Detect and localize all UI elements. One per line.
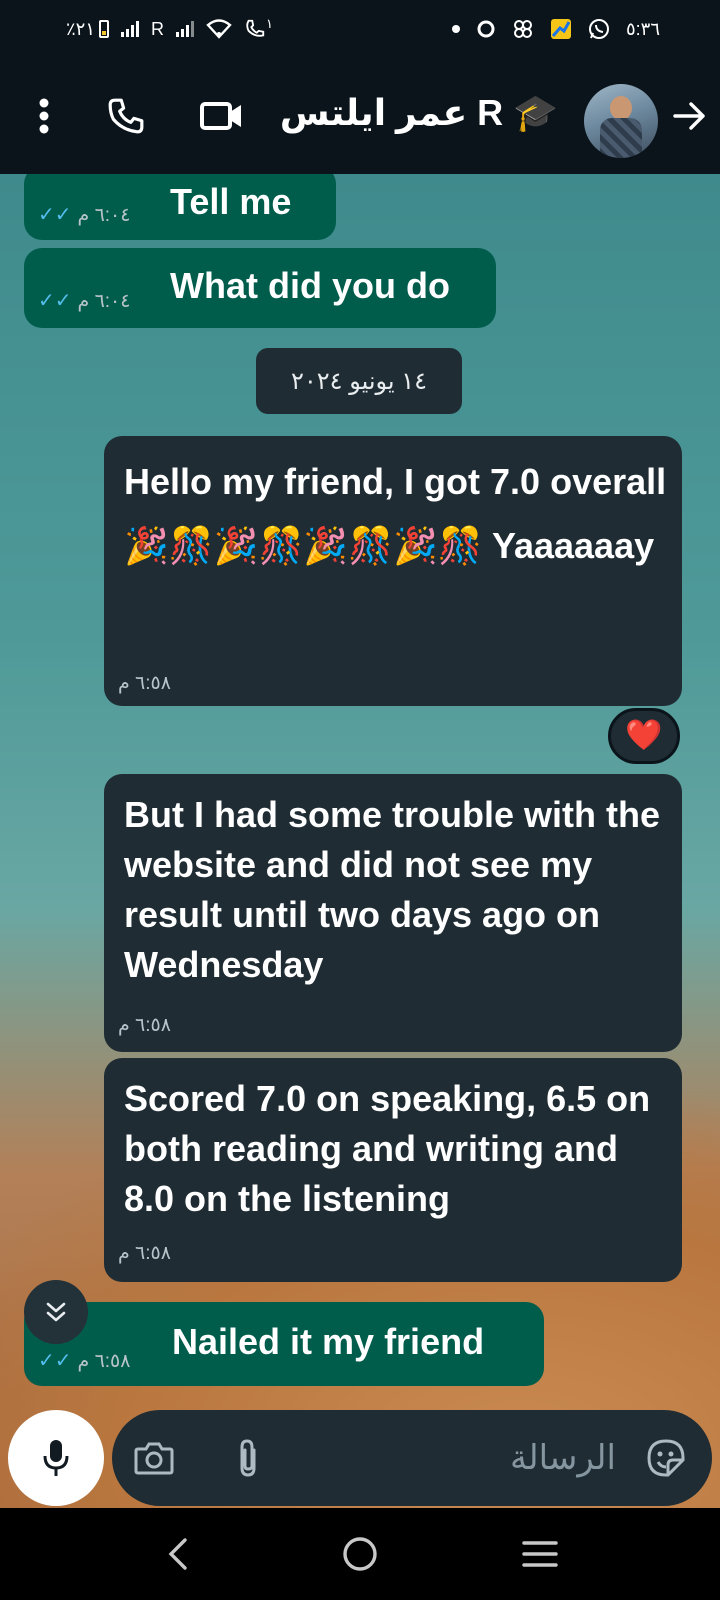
more-vertical-icon xyxy=(39,98,49,134)
chat-area[interactable]: Tell me ٦:٠٤ م✓✓ What did you do ٦:٠٤ م✓… xyxy=(0,174,720,1508)
read-receipt-icon: ✓✓ xyxy=(38,290,77,312)
status-right: ٥:٣٦ xyxy=(451,18,660,40)
sticker-button[interactable] xyxy=(640,1432,692,1484)
back-button[interactable] xyxy=(664,88,716,144)
composer-bar xyxy=(0,1408,720,1508)
map-app-icon xyxy=(550,19,571,39)
sticker-smiley-icon xyxy=(647,1439,685,1477)
battery-percent: ٪٢١ xyxy=(66,18,96,39)
message-text: What did you do xyxy=(170,265,450,306)
double-chevron-down-icon xyxy=(46,1302,66,1322)
camera-button[interactable] xyxy=(128,1432,180,1484)
scroll-to-bottom-button[interactable] xyxy=(24,1280,88,1344)
microphone-icon xyxy=(43,1440,69,1476)
date-separator: ١٤ يونيو ٢٠٢٤ xyxy=(256,348,462,414)
message-bubble-outgoing[interactable]: What did you do ٦:٠٤ م✓✓ xyxy=(24,248,496,328)
message-time: ٦:٥٨ م xyxy=(118,673,171,694)
video-call-button[interactable] xyxy=(194,88,250,144)
phone-icon xyxy=(108,98,144,134)
call-badge: ١ xyxy=(266,16,273,31)
message-bubble-outgoing[interactable]: Tell me ٦:٠٤ م✓✓ xyxy=(24,174,336,240)
notification-dot-icon xyxy=(451,25,460,33)
contact-name[interactable]: عمر ايلتس R 🎓 xyxy=(280,92,558,134)
nav-recents-button[interactable] xyxy=(510,1526,570,1582)
whatsapp-icon xyxy=(588,19,609,39)
status-left: ٪٢١ R ١ xyxy=(66,16,273,40)
system-navigation-bar xyxy=(0,1508,720,1600)
message-composer xyxy=(112,1410,712,1506)
camera-icon xyxy=(134,1442,174,1475)
chevron-left-icon xyxy=(168,1538,187,1570)
message-text: But I had some trouble with the website … xyxy=(124,794,661,985)
message-time: ٦:٠٤ م✓✓ xyxy=(38,290,131,312)
message-text: Hello my friend, I got 7.0 overall 🎉🎊🎉🎊🎉… xyxy=(124,461,667,566)
heart-reaction-icon: ❤️ xyxy=(625,719,663,752)
reaction-badge[interactable]: ❤️ xyxy=(608,708,680,764)
message-text: Nailed it my friend xyxy=(172,1321,485,1362)
clock: ٥:٣٦ xyxy=(625,18,660,39)
wifi-call-indicator: ١ xyxy=(244,16,273,40)
data-saver-icon xyxy=(477,20,495,38)
voice-call-button[interactable] xyxy=(98,88,154,144)
message-input[interactable] xyxy=(316,1430,616,1486)
read-receipt-icon: ✓✓ xyxy=(38,204,77,226)
battery-icon xyxy=(99,20,110,38)
message-bubble-incoming[interactable]: Scored 7.0 on speaking, 6.5 on both read… xyxy=(104,1058,682,1282)
message-bubble-outgoing[interactable]: Nailed it my friend ٦:٥٨ م✓✓ xyxy=(24,1302,544,1386)
signal-icon xyxy=(121,21,140,37)
status-bar: ٪٢١ R ١ ٥:٣٦ xyxy=(0,0,720,62)
back-arrow-icon xyxy=(673,102,705,130)
nav-home-button[interactable] xyxy=(330,1526,390,1582)
attach-button[interactable] xyxy=(222,1432,274,1484)
wifi-icon xyxy=(206,19,232,39)
video-camera-icon xyxy=(200,102,241,130)
home-circle-icon xyxy=(343,1537,377,1571)
wifi-calling-icon xyxy=(246,19,265,37)
battery-indicator: ٪٢١ xyxy=(66,18,110,40)
avatar-torso xyxy=(600,118,642,158)
message-text: Tell me xyxy=(170,181,292,222)
message-text: Scored 7.0 on speaking, 6.5 on both read… xyxy=(124,1078,651,1219)
recents-menu-icon xyxy=(522,1541,558,1567)
message-time: ٦:٥٨ م xyxy=(118,1243,171,1264)
message-bubble-incoming[interactable]: But I had some trouble with the website … xyxy=(104,774,682,1052)
nav-back-button[interactable] xyxy=(148,1526,208,1582)
message-time: ٦:٥٨ م xyxy=(118,1015,171,1036)
paperclip-icon xyxy=(240,1439,256,1477)
app-notification-icon xyxy=(513,20,532,38)
avatar-head xyxy=(610,96,632,120)
carrier-label: R xyxy=(151,18,165,39)
message-time: ٦:٠٤ م✓✓ xyxy=(38,204,131,226)
message-bubble-incoming[interactable]: Hello my friend, I got 7.0 overall 🎉🎊🎉🎊🎉… xyxy=(104,436,682,706)
chat-header: عمر ايلتس R 🎓 xyxy=(0,62,720,174)
menu-button[interactable] xyxy=(16,88,72,144)
voice-record-button[interactable] xyxy=(8,1410,104,1506)
read-receipt-icon: ✓✓ xyxy=(38,1350,77,1372)
contact-avatar[interactable] xyxy=(584,84,658,158)
message-time: ٦:٥٨ م✓✓ xyxy=(38,1350,131,1372)
signal-icon-2 xyxy=(176,21,195,37)
